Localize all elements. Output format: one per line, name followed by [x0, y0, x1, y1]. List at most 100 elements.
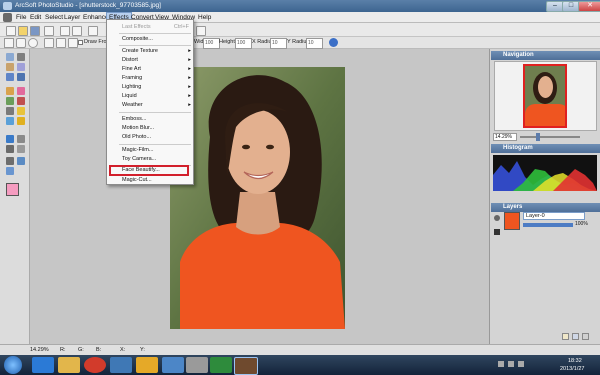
blur-tool-icon[interactable]	[6, 117, 14, 125]
tool-options-bar: Draw From C Width: 100 Height: 100 X Rad…	[0, 37, 600, 49]
navigator-viewport[interactable]	[523, 64, 567, 128]
portrait-photo[interactable]	[170, 67, 345, 329]
transform-tool-icon[interactable]	[17, 73, 25, 81]
menu-help[interactable]: Help	[198, 14, 211, 21]
app-menu-icon[interactable]	[3, 13, 12, 22]
menu-item-toy-camera[interactable]: Toy Camera...	[107, 155, 195, 164]
zoom-slider-thumb[interactable]	[536, 133, 540, 141]
subtract-selection-icon[interactable]	[68, 38, 78, 48]
add-selection-icon[interactable]	[56, 38, 66, 48]
volume-tray-icon[interactable]	[518, 361, 524, 367]
clone-tool-icon[interactable]	[6, 97, 14, 105]
dodge-tool-icon[interactable]	[17, 107, 25, 115]
status-r-label: R:	[60, 347, 66, 353]
width-field[interactable]: 100	[203, 38, 220, 49]
menu-item-weather[interactable]: Weather ▸	[107, 101, 195, 110]
layer-thumbnail[interactable]	[504, 212, 520, 230]
delete-layer-icon[interactable]	[582, 333, 589, 340]
chrome-taskbar-icon[interactable]	[84, 357, 106, 373]
zoom-tool-icon[interactable]	[6, 167, 14, 175]
new-selection-icon[interactable]	[44, 38, 54, 48]
print-icon[interactable]	[44, 26, 54, 36]
app2-taskbar-icon[interactable]	[186, 357, 208, 373]
rect-shape-icon[interactable]	[4, 38, 14, 48]
new-file-icon[interactable]	[6, 26, 16, 36]
menu-item-liquid[interactable]: Liquid ▸	[107, 92, 195, 101]
duplicate-layer-icon[interactable]	[572, 333, 579, 340]
eye-visibility-icon[interactable]	[494, 215, 500, 221]
layer-name-field[interactable]: Layer-0	[523, 212, 585, 220]
shape-tool-icon[interactable]	[6, 145, 14, 153]
save-icon[interactable]	[30, 26, 40, 36]
navigator-thumb-face	[538, 76, 553, 98]
menu-item-create-texture[interactable]: Create Texture ▸	[107, 47, 195, 56]
undo-icon[interactable]	[60, 26, 70, 36]
explorer-taskbar-icon[interactable]	[58, 357, 80, 373]
height-field[interactable]: 100	[235, 38, 252, 49]
line-tool-icon[interactable]	[17, 135, 25, 143]
menu-file[interactable]: File	[16, 14, 26, 21]
menu-item-magic-cut[interactable]: Magic-Cut...	[107, 176, 195, 185]
folder-taskbar-icon[interactable]	[136, 357, 158, 373]
histogram-header: Histogram	[491, 144, 600, 153]
menu-select[interactable]: Select	[45, 14, 63, 21]
zoom-field[interactable]: 14.29%	[493, 133, 517, 141]
rect-tool-icon[interactable]	[17, 145, 25, 153]
menu-item-framing[interactable]: Framing ▸	[107, 74, 195, 83]
menu-item-magic-film[interactable]: Magic-Film...	[107, 146, 195, 155]
lasso-tool-icon[interactable]	[6, 63, 14, 71]
menu-enhance[interactable]: Enhance	[83, 14, 109, 21]
menu-item-distort[interactable]: Distort ▸	[107, 56, 195, 65]
help-icon[interactable]	[329, 38, 338, 47]
menu-item-motion-blur[interactable]: Motion Blur...	[107, 124, 195, 133]
sharpen-tool-icon[interactable]	[17, 117, 25, 125]
rounded-rect-icon[interactable]	[16, 38, 26, 48]
copy-icon[interactable]	[196, 26, 206, 36]
draw-from-center-checkbox[interactable]	[78, 40, 83, 45]
excel-taskbar-icon[interactable]	[210, 357, 232, 373]
open-folder-icon[interactable]	[18, 26, 28, 36]
photostudio-taskbar-icon[interactable]	[234, 357, 258, 375]
menu-item-composite[interactable]: Composite...	[107, 35, 195, 44]
zoom-slider[interactable]	[520, 136, 580, 138]
eraser-tool-icon[interactable]	[17, 87, 25, 95]
menu-item-last-effects: Last Effects Ctrl+F	[107, 23, 195, 32]
layer-opacity-bar[interactable]	[523, 223, 573, 227]
close-button[interactable]: ✕	[578, 1, 600, 12]
foreground-color-swatch[interactable]	[6, 183, 19, 196]
tray-icon[interactable]	[498, 361, 504, 367]
redo-icon[interactable]	[72, 26, 82, 36]
menu-item-lighting[interactable]: Lighting ▸	[107, 83, 195, 92]
app-taskbar-icon[interactable]	[162, 357, 184, 373]
python-taskbar-icon[interactable]	[110, 357, 132, 373]
menu-edit[interactable]: Edit	[30, 14, 41, 21]
brush-tool-icon[interactable]	[6, 87, 14, 95]
menu-item-old-photo[interactable]: Old Photo...	[107, 133, 195, 142]
ie-taskbar-icon[interactable]	[32, 357, 54, 373]
ellipse-icon[interactable]	[28, 38, 38, 48]
menu-item-emboss[interactable]: Emboss...	[107, 115, 195, 124]
marquee-tool-icon[interactable]	[6, 53, 14, 61]
new-layer-icon[interactable]	[562, 333, 569, 340]
eyedropper-tool-icon[interactable]	[6, 157, 14, 165]
move-tool-icon[interactable]	[17, 53, 25, 61]
red-eye-tool-icon[interactable]	[17, 97, 25, 105]
y-radius-field[interactable]: 10	[306, 38, 323, 49]
menu-item-label: Magic-Cut...	[122, 177, 152, 183]
main-toolbar	[0, 23, 600, 37]
hand-tool-icon[interactable]	[17, 157, 25, 165]
cut-icon[interactable]	[88, 26, 98, 36]
menu-item-label: Weather	[122, 102, 143, 108]
x-radius-field[interactable]: 10	[270, 38, 287, 49]
crop-tool-icon[interactable]	[6, 73, 14, 81]
network-tray-icon[interactable]	[508, 361, 514, 367]
menu-separator	[119, 45, 191, 46]
fill-tool-icon[interactable]	[6, 107, 14, 115]
text-tool-icon[interactable]	[6, 135, 14, 143]
start-button-icon[interactable]	[4, 356, 22, 374]
layer-lock-icon[interactable]	[494, 229, 500, 235]
magic-wand-tool-icon[interactable]	[17, 63, 25, 71]
submenu-arrow-icon: ▸	[188, 102, 191, 108]
menu-item-fine-art[interactable]: Fine Art ▸	[107, 65, 195, 74]
menu-layer[interactable]: Layer	[64, 14, 80, 21]
